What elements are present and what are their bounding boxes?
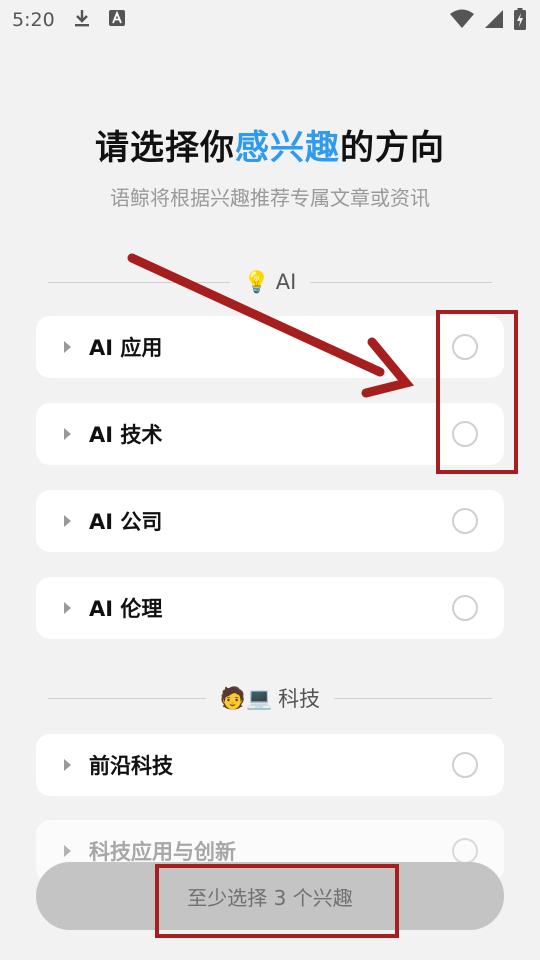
annotation-highlight-button bbox=[155, 864, 399, 938]
annotation-highlight-radios bbox=[436, 310, 518, 474]
annotation-arrow bbox=[127, 253, 415, 398]
